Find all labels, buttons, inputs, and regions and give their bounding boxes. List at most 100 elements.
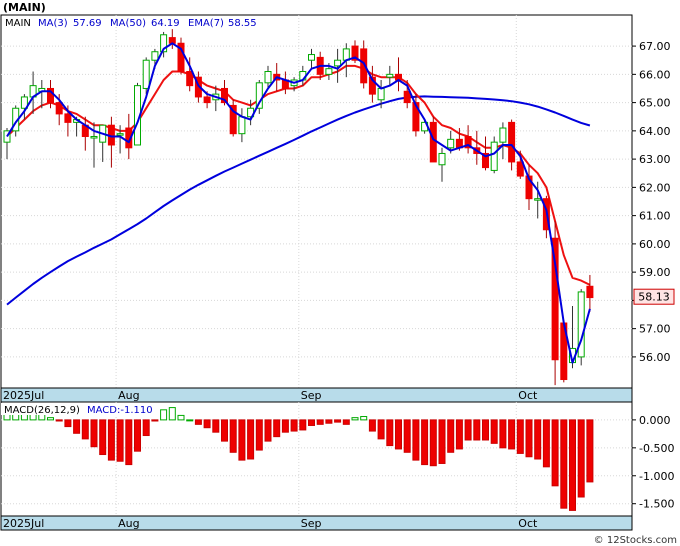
last-price-marker: 58.13 bbox=[633, 288, 675, 305]
macd-bar bbox=[586, 419, 594, 483]
candle-body bbox=[508, 121, 516, 163]
chart-canvas: 56.0057.0058.0059.0060.0061.0062.0063.00… bbox=[0, 0, 680, 546]
macd-bar bbox=[473, 419, 481, 441]
macd-bar bbox=[134, 419, 141, 452]
macd-bar bbox=[299, 419, 307, 431]
candle-body bbox=[499, 127, 507, 143]
macd-legend-value: MACD:-1.110 bbox=[87, 405, 153, 416]
legend-ema7-value: 58.55 bbox=[228, 18, 257, 29]
macd-panel: 0.000 -0.500 -1.000 -1.500 MACD(26,12,9) MA… bbox=[0, 401, 674, 517]
macd-bar bbox=[281, 419, 289, 433]
macd-month-label: Sep bbox=[301, 517, 322, 530]
price-ytick-label: 56.00 bbox=[639, 351, 671, 364]
candle-body bbox=[534, 198, 542, 201]
macd-bar bbox=[386, 419, 394, 447]
candle bbox=[577, 289, 585, 366]
price-ytick-label: 65.00 bbox=[639, 97, 671, 110]
macd-bar bbox=[412, 419, 420, 461]
symbol-tag: (MAIN) bbox=[3, 1, 46, 14]
stock-chart: 56.0057.0058.0059.0060.0061.0062.0063.00… bbox=[0, 0, 680, 546]
price-ytick-label: 63.00 bbox=[639, 153, 671, 166]
macd-bar bbox=[551, 419, 559, 487]
macd-bar bbox=[499, 419, 507, 449]
macd-bar bbox=[194, 419, 202, 425]
candle-body bbox=[334, 59, 342, 67]
candle-body bbox=[90, 136, 98, 139]
macd-ytick-label: 0.000 bbox=[639, 414, 671, 427]
macd-bar bbox=[160, 409, 168, 421]
macd-bar bbox=[403, 419, 411, 453]
macd-bar bbox=[273, 419, 281, 438]
macd-bar bbox=[64, 419, 72, 428]
macd-month-label: Aug bbox=[118, 517, 139, 530]
macd-bar bbox=[90, 419, 98, 448]
price-month-label: 2025Jul bbox=[3, 389, 44, 402]
macd-bar bbox=[168, 407, 176, 421]
candle-body bbox=[203, 96, 211, 104]
candle-body bbox=[151, 51, 159, 61]
macd-bar bbox=[99, 419, 107, 456]
price-ytick-label: 61.00 bbox=[639, 210, 671, 223]
macd-bar bbox=[334, 419, 342, 423]
candle bbox=[177, 37, 185, 75]
price-panel: 56.0057.0058.0059.0060.0061.0062.0063.00… bbox=[0, 14, 675, 389]
watermark: © 12Stocks.com bbox=[594, 535, 677, 546]
legend-main: MAIN bbox=[5, 18, 31, 29]
candle-body bbox=[186, 71, 194, 87]
legend-ema7-label: EMA(7) bbox=[188, 18, 224, 29]
macd-bar bbox=[490, 419, 498, 444]
macd-bar bbox=[264, 419, 272, 442]
candle-body bbox=[55, 102, 63, 115]
candle-body bbox=[64, 113, 72, 123]
candle-body bbox=[308, 54, 315, 61]
macd-bar bbox=[151, 419, 159, 422]
price-month-label: Aug bbox=[118, 389, 139, 402]
macd-bar bbox=[142, 419, 150, 437]
macd-bar bbox=[186, 419, 194, 422]
candle-body bbox=[386, 73, 394, 78]
candle-body bbox=[429, 121, 437, 163]
candle-body bbox=[586, 285, 594, 299]
macd-ytick-label: -1.000 bbox=[639, 470, 674, 483]
macd-bar bbox=[534, 419, 542, 460]
macd-bar bbox=[421, 419, 429, 466]
macd-bar bbox=[360, 416, 368, 421]
macd-bar bbox=[351, 417, 359, 421]
macd-month-axis: 2025Jul Aug Sep Oct bbox=[0, 515, 633, 531]
macd-ytick-label: -0.500 bbox=[639, 442, 674, 455]
macd-bar bbox=[316, 419, 324, 425]
macd-bar bbox=[455, 419, 463, 450]
macd-bar bbox=[447, 419, 455, 453]
macd-bar bbox=[516, 419, 524, 454]
price-month-axis: 2025Jul Aug Sep Oct bbox=[0, 387, 633, 403]
price-month-label: Sep bbox=[301, 389, 322, 402]
macd-bar bbox=[177, 414, 185, 421]
candle-body bbox=[116, 133, 124, 136]
macd-bar bbox=[221, 419, 228, 442]
macd-bar bbox=[542, 419, 550, 468]
macd-bar bbox=[464, 419, 472, 441]
macd-bar bbox=[368, 419, 376, 432]
macd-bar bbox=[47, 417, 54, 421]
macd-bar bbox=[308, 419, 315, 426]
candle-body bbox=[490, 141, 498, 171]
macd-month-label: 2025Jul bbox=[3, 517, 44, 530]
macd-bar bbox=[438, 419, 446, 464]
candle-body bbox=[447, 138, 455, 149]
macd-legend-label: MACD(26,12,9) bbox=[4, 405, 80, 416]
candle bbox=[229, 99, 237, 137]
price-ytick-label: 57.00 bbox=[639, 323, 671, 336]
candle-body bbox=[325, 68, 333, 75]
macd-bar bbox=[125, 419, 133, 466]
candle-body bbox=[238, 116, 246, 135]
macd-bar bbox=[255, 419, 263, 451]
macd-month-label: Oct bbox=[518, 517, 538, 530]
candle-body bbox=[438, 152, 446, 166]
price-ytick-label: 59.00 bbox=[639, 266, 671, 279]
macd-ytick-label: -1.500 bbox=[639, 498, 674, 511]
price-ytick-label: 66.00 bbox=[639, 68, 671, 81]
candle-body bbox=[264, 71, 272, 84]
legend-ma50-value: 64.19 bbox=[151, 18, 180, 29]
macd-bar bbox=[569, 419, 576, 511]
macd-bar bbox=[73, 419, 81, 434]
